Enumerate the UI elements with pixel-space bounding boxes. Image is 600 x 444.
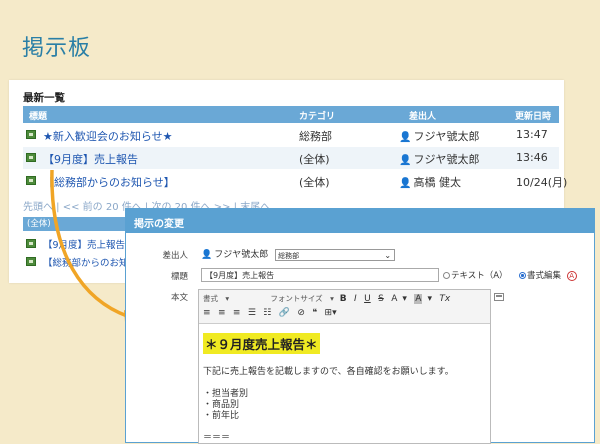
align-left-icon[interactable]: ≡ — [203, 308, 211, 318]
radio-text[interactable] — [443, 272, 450, 279]
bullet-list-icon[interactable]: ☰ — [248, 308, 256, 318]
column-updated[interactable]: 更新日時 — [515, 109, 551, 122]
page-title: 掲示板 — [22, 36, 92, 61]
body-line: ＝＝＝ — [203, 433, 231, 443]
row-sender: 👤 フジヤ號太郎 — [399, 151, 479, 167]
body-label: 本文 — [170, 293, 188, 303]
link-icon[interactable]: 🔗 — [279, 308, 290, 318]
editor-toolbar: 書式 ▾ フォントサイズ ▾ B I U S A ▾ A ▾ Tx ≡ ≡ ≡ ☰ … — [199, 290, 490, 324]
align-center-icon[interactable]: ≡ — [218, 308, 226, 318]
text-color-button[interactable]: A ▾ — [391, 294, 407, 304]
underline-button[interactable]: U — [364, 294, 371, 304]
row-title[interactable]: 【9月度】売上報告 — [43, 151, 138, 167]
body-headline: ＊９月度売上報告＊ — [203, 333, 320, 354]
chevron-down-icon: ▾ — [330, 294, 334, 303]
list-row[interactable]: 【総務部からのお知らせ】 (全体) 👤 高橋 健太 10/24(月) — [23, 170, 567, 192]
message-icon — [26, 176, 36, 185]
font-size-label: フォントサイズ — [270, 294, 323, 303]
font-size-dropdown[interactable]: フォントサイズ ▾ — [270, 293, 334, 304]
row-category: (全体) — [299, 176, 330, 189]
bold-button[interactable]: B — [340, 294, 347, 304]
sender-name: フジヤ號太郎 — [214, 250, 269, 260]
message-icon — [26, 239, 36, 248]
text-color-icon: A — [391, 294, 398, 304]
list-header: 標題 カテゴリ 差出人 更新日時 — [23, 106, 559, 123]
editor-mode-icon[interactable] — [494, 293, 504, 301]
radio-rich-label[interactable]: 書式編集 — [527, 271, 561, 281]
title-label: 標題 — [170, 272, 188, 282]
toolbar-row-1: 書式 ▾ フォントサイズ ▾ B I U S A ▾ A ▾ Tx — [203, 293, 455, 307]
numbered-list-icon[interactable]: ☷ — [263, 308, 271, 318]
row-sender: 👤 高橋 健太 — [399, 174, 461, 190]
user-icon: 👤 — [201, 250, 213, 260]
quote-icon[interactable]: ❝ — [312, 308, 317, 318]
column-title[interactable]: 標題 — [29, 109, 47, 122]
column-sender[interactable]: 差出人 — [409, 109, 436, 122]
align-right-icon[interactable]: ≡ — [233, 308, 241, 318]
unlink-icon[interactable]: ⊘ — [297, 308, 305, 318]
message-icon — [26, 153, 36, 162]
list-row[interactable]: ★新入歓迎会のお知らせ★ 総務部 👤 フジヤ號太郎 13:47 — [23, 124, 559, 146]
strikethrough-button[interactable]: S — [378, 294, 384, 304]
dialog-titlebar: 掲示の変更 — [126, 209, 594, 233]
sender-label: 差出人 — [162, 251, 188, 261]
row-sender-name: フジヤ號太郎 — [413, 153, 480, 166]
row-sender-name: 高橋 健太 — [413, 176, 461, 189]
editor-body[interactable]: ＊９月度売上報告＊ 下記に売上報告を記載しますので、各自確認をお願いします。 ・… — [199, 324, 490, 444]
user-icon: 👤 — [399, 178, 412, 189]
row-category: 総務部 — [299, 130, 332, 143]
row-date: 13:46 — [516, 151, 548, 164]
row-title[interactable]: 【9月度】売上報告 — [43, 237, 125, 251]
row-sender-name: フジヤ號太郎 — [413, 130, 480, 143]
title-input[interactable]: 【9月度】売上報告 — [201, 268, 439, 282]
sender-field[interactable]: 👤 フジヤ號太郎 総務部 ⌄ — [201, 247, 396, 261]
format-label: 書式 — [203, 294, 218, 303]
bg-color-icon: A — [414, 294, 423, 304]
format-dropdown[interactable]: 書式 ▾ — [203, 293, 263, 304]
body-line: ・前年比 — [203, 411, 240, 421]
row-title[interactable]: ★新入歓迎会のお知らせ★ — [43, 128, 173, 144]
edit-post-dialog: 掲示の変更 差出人 👤 フジヤ號太郎 総務部 ⌄ 標題 【9月度】売上報告 テキスト… — [125, 208, 595, 444]
italic-button[interactable]: I — [354, 294, 357, 304]
dept-value: 総務部 — [278, 251, 300, 260]
clear-format-button[interactable]: Tx — [439, 294, 450, 304]
row-category: (全体) — [299, 153, 330, 166]
radio-text-label[interactable]: テキスト（A） — [451, 271, 508, 281]
rich-text-editor[interactable]: 書式 ▾ フォントサイズ ▾ B I U S A ▾ A ▾ Tx ≡ ≡ ≡ ☰ … — [198, 289, 491, 444]
row-date: 10/24(月) — [516, 176, 568, 189]
help-icon[interactable]: A — [566, 270, 577, 281]
list-heading: 最新一覧 — [23, 92, 65, 104]
radio-rich[interactable] — [518, 272, 526, 279]
row-date: 13:47 — [516, 128, 548, 141]
list-row[interactable]: 【9月度】売上報告 (全体) 👤 フジヤ號太郎 13:46 — [23, 147, 559, 169]
bg-color-button[interactable]: A ▾ — [414, 294, 432, 304]
chevron-down-icon: ▾ — [225, 294, 230, 303]
message-icon — [26, 130, 36, 139]
toolbar-row-2: ≡ ≡ ≡ ☰ ☷ 🔗 ⊘ ❝ ⊞▾ — [203, 308, 342, 322]
dialog-title: 掲示の変更 — [134, 219, 184, 230]
user-icon: 👤 — [399, 155, 412, 166]
table-icon[interactable]: ⊞▾ — [325, 308, 337, 318]
format-radio-group: テキスト（A） 書式編集 A — [443, 269, 577, 281]
row-sender: 👤 フジヤ號太郎 — [399, 128, 479, 144]
message-icon — [26, 257, 36, 266]
column-category[interactable]: カテゴリ — [299, 109, 335, 122]
row-title[interactable]: 【総務部からのお知らせ】 — [43, 174, 175, 190]
user-icon: 👤 — [399, 132, 412, 143]
dept-select[interactable]: 総務部 ⌄ — [275, 248, 396, 261]
chevron-down-icon: ⌄ — [384, 250, 392, 260]
body-line: 下記に売上報告を記載しますので、各自確認をお願いします。 — [203, 367, 454, 377]
